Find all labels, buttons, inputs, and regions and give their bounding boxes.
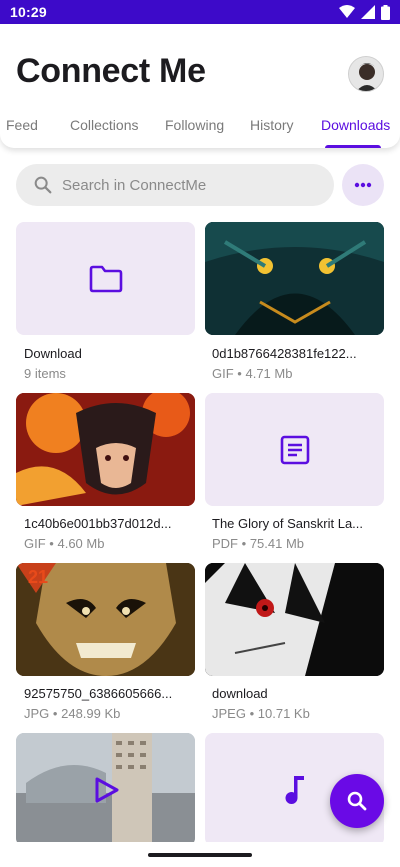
search-fab[interactable] [330,774,384,828]
music-note-icon [285,775,304,804]
tab-bar: Feed Collections Following History Downl… [0,114,400,148]
status-time: 10:29 [10,4,47,20]
image-preview [205,563,384,676]
signal-icon [361,5,375,19]
item-meta: GIF • 4.60 Mb [24,536,105,551]
status-bar: 10:29 [0,0,400,24]
item-name: 1c40b6e001bb37d012d... [24,516,172,531]
wifi-icon [339,5,355,18]
item-meta: JPG • 248.99 Kb [24,706,121,721]
app-bar: Connect Me Feed Collections Following Hi… [0,24,400,148]
tab-following[interactable]: Following [165,114,224,148]
video-thumbnail[interactable] [16,733,195,846]
image-preview [16,393,195,506]
search-icon [347,791,367,811]
image-preview: 21 [16,563,195,676]
search-placeholder: Search in ConnectMe [62,176,207,194]
search-icon [34,176,52,194]
image-thumbnail[interactable]: 21 [16,563,195,676]
item-meta: GIF • 4.71 Mb [212,366,293,381]
item-name: 0d1b8766428381fe122... [212,346,357,361]
status-icons [339,4,390,20]
avatar[interactable] [348,56,384,92]
search-bar[interactable]: Search in ConnectMe [16,164,334,206]
tab-downloads[interactable]: Downloads [321,114,390,148]
image-thumbnail[interactable] [16,393,195,506]
tab-feed[interactable]: Feed [6,114,38,148]
svg-text:21: 21 [28,567,48,587]
folder-tile[interactable] [16,222,195,335]
item-name: Download [24,346,82,361]
image-thumbnail[interactable] [205,222,384,335]
app-title: Connect Me [16,52,206,90]
document-tile[interactable] [205,393,384,506]
more-options-button[interactable] [342,164,384,206]
item-name: 92575750_6386605666... [24,686,173,701]
document-icon [280,435,309,464]
item-name: The Glory of Sanskrit La... [212,516,364,531]
item-meta: PDF • 75.41 Mb [212,536,305,551]
tab-history[interactable]: History [250,114,294,148]
folder-icon [89,265,122,292]
item-name: download [212,686,268,701]
tab-collections[interactable]: Collections [70,114,138,148]
item-meta: JPEG • 10.71 Kb [212,706,310,721]
image-thumbnail[interactable] [205,563,384,676]
tab-indicator [325,145,381,148]
play-icon [95,777,119,803]
battery-icon [381,4,390,20]
gesture-handle[interactable] [148,853,252,857]
more-horizontal-icon [354,182,372,188]
item-meta: 9 items [24,366,66,381]
image-preview [205,222,384,335]
